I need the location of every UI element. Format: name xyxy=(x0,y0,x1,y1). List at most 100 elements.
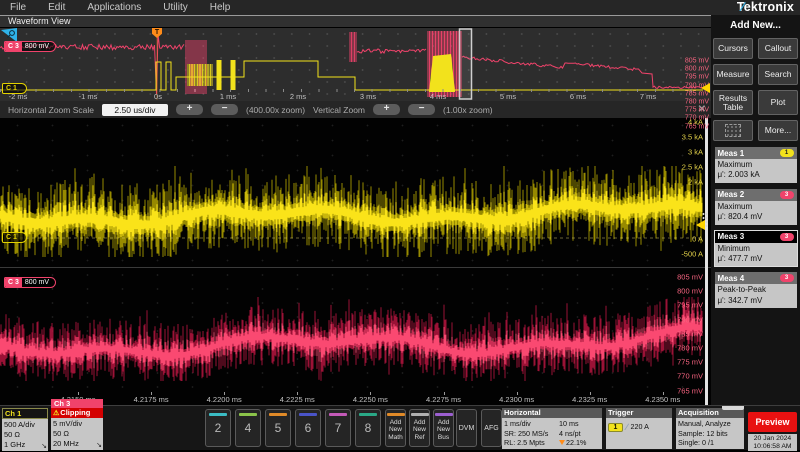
meas1-card[interactable]: Meas 11 Maximumμ': 2.003 kA xyxy=(715,147,797,183)
ch1-current-label: 2.5 kA xyxy=(682,163,703,172)
overview-time-tick: 2 ms xyxy=(290,92,306,101)
measure-button[interactable]: Measure xyxy=(713,64,753,85)
results-sidebar: Add New... Cursors Callout Measure Searc… xyxy=(711,15,800,405)
ch3-voltage-label: 785 mV xyxy=(677,329,703,338)
meas4-name: Meas 4 xyxy=(718,274,745,283)
add-new-bus-button[interactable]: Add New Bus xyxy=(433,409,454,447)
ch1-zoom-panel[interactable]: C 1 4 kA3.5 kA3 kA2.5 kA2 kA0 A-500 A xyxy=(0,118,711,267)
ch3-voltage-label: 775 mV xyxy=(677,358,703,367)
ch3-settings-card[interactable]: Ch 3 Clipping 5 mV/div 50 Ω 20 MHz xyxy=(51,399,103,450)
ch3-scale: 5 mV/div xyxy=(53,419,101,429)
channel-2-button[interactable]: 2 xyxy=(205,409,231,447)
ch3-card-title: Ch 3 xyxy=(51,399,103,408)
time-value: 10:06:58 AM xyxy=(748,443,797,451)
preview-badge: Preview xyxy=(748,412,797,432)
trigger-slope-icon xyxy=(626,421,628,433)
add-new-ref-button[interactable]: Add New Ref xyxy=(409,409,430,447)
time-tick-label: 4.2175 ms xyxy=(134,395,169,404)
overview-time-tick: 5 ms xyxy=(500,92,516,101)
time-tick-label: 4.2275 ms xyxy=(426,395,461,404)
meas2-name: Meas 2 xyxy=(718,190,745,199)
ch1-current-label: 4 kA xyxy=(688,118,703,127)
horizontal-window: 10 ms xyxy=(559,419,600,429)
results-table-button[interactable]: Results Table xyxy=(713,90,753,115)
v-zoom-minus-button[interactable]: − xyxy=(408,104,435,115)
ch1-scale: 500 A/div xyxy=(4,420,46,430)
date-value: 20 Jan 2024 xyxy=(748,435,797,443)
meas3-source-badge: 3 xyxy=(780,233,794,241)
horizontal-panel[interactable]: Horizontal 1 ms/div 10 ms SR: 250 MS/s 4… xyxy=(502,408,602,449)
more-button[interactable]: More... xyxy=(758,120,798,141)
time-tick-label: 4.2200 ms xyxy=(207,395,242,404)
ch1-trace xyxy=(0,118,711,267)
search-button[interactable]: Search xyxy=(758,64,798,85)
ch1-trigger-level-arrow[interactable] xyxy=(696,220,705,230)
overview-voltage-label: 800 mV xyxy=(685,66,709,73)
ch3-voltage-label: 805 mV xyxy=(677,273,703,282)
time-tick-label: 4.2300 ms xyxy=(499,395,534,404)
overview-ch3-badge[interactable]: C 3 800 mV xyxy=(4,41,56,52)
vertical-scrollbar[interactable] xyxy=(705,118,708,405)
ch1-settings-card[interactable]: Ch 1 500 A/div 50 Ω 1 GHz xyxy=(2,408,48,451)
meas2-card[interactable]: Meas 23 Maximumμ': 820.4 mV xyxy=(715,189,797,225)
meas4-card[interactable]: Meas 43 Peak-to-Peakμ': 342.7 mV xyxy=(715,272,797,308)
cursors-button[interactable]: Cursors xyxy=(713,38,753,59)
overview-level-arrow[interactable] xyxy=(701,83,710,93)
callout-button[interactable]: Callout xyxy=(758,38,798,59)
overview-time-tick: 1 ms xyxy=(220,92,236,101)
overview-voltage-label: 795 mV xyxy=(685,74,709,81)
menu-file[interactable]: File xyxy=(10,2,26,13)
datetime-display: 20 Jan 2024 10:06:58 AM xyxy=(748,434,797,451)
ch3-panel-badge[interactable]: C 3 800 mV xyxy=(4,277,56,288)
acquisition-panel[interactable]: Acquisition Manual, Analyze Sample: 12 b… xyxy=(676,408,744,449)
panel-handle[interactable] xyxy=(722,406,744,410)
meas3-card[interactable]: Meas 33 Minimumμ': 477.7 mV xyxy=(715,231,797,267)
settings-bar: Ch 1 500 A/div 50 Ω 1 GHz Ch 3 Clipping … xyxy=(0,405,800,450)
add-plot-button[interactable] xyxy=(713,120,753,141)
meas4-source-badge: 3 xyxy=(780,274,794,282)
menu-help[interactable]: Help xyxy=(210,2,231,13)
h-zoom-plus-button[interactable]: + xyxy=(176,104,203,115)
v-zoom-plus-button[interactable]: + xyxy=(373,104,400,115)
misc-buttons: DVM AFG xyxy=(456,409,502,447)
afg-button[interactable]: AFG xyxy=(481,409,502,447)
overview-time-tick: 7 ms xyxy=(640,92,656,101)
menu-utility[interactable]: Utility xyxy=(163,2,187,13)
meas3-value: μ': 477.7 mV xyxy=(718,254,794,264)
ch3-voltage-label: 765 mV xyxy=(677,386,703,395)
trigger-level: 220 A xyxy=(631,422,649,432)
ch6-color-strip xyxy=(299,413,317,416)
add-new-math-button[interactable]: Add New Math xyxy=(385,409,406,447)
meas1-name: Meas 1 xyxy=(718,149,745,158)
ch4-color-strip xyxy=(239,413,257,416)
channel-7-button[interactable]: 7 xyxy=(325,409,351,447)
ch3-clipping-warning: Clipping xyxy=(51,408,103,418)
channel-6-button[interactable]: 6 xyxy=(295,409,321,447)
trigger-position-percent: 22.1% xyxy=(559,438,600,448)
time-tick-label: 4.2350 ms xyxy=(645,395,680,404)
overview-time-tick: 0s xyxy=(154,92,162,101)
menu-edit[interactable]: Edit xyxy=(48,2,65,13)
horizontal-scale: 1 ms/div xyxy=(504,419,559,429)
ch1-panel-badge[interactable]: C 1 xyxy=(2,232,27,243)
channel-4-button[interactable]: 4 xyxy=(235,409,261,447)
zoom-scale-bar: Horizontal Zoom Scale 2.50 us/div + − (4… xyxy=(0,101,711,118)
overview-strip[interactable]: T C 3 800 mV C 1 -2 ms-1 ms0s1 ms2 ms3 m… xyxy=(0,28,711,101)
h-zoom-minus-button[interactable]: − xyxy=(211,104,238,115)
dvm-button[interactable]: DVM xyxy=(456,409,477,447)
menu-applications[interactable]: Applications xyxy=(87,2,141,13)
horizontal-zoom-scale-input[interactable]: 2.50 us/div xyxy=(102,104,168,116)
channel-5-button[interactable]: 5 xyxy=(265,409,291,447)
channel-8-button[interactable]: 8 xyxy=(355,409,381,447)
ch3-zoom-panel[interactable]: C 3 800 mV 805 mV800 mV795 mV790 mV785 m… xyxy=(0,267,711,392)
zoom-time-axis: 4.2150 ms4.2175 ms4.2200 ms4.2225 ms4.22… xyxy=(0,392,711,405)
trigger-panel[interactable]: Trigger 1 220 A xyxy=(606,408,672,449)
ch1-termination: 50 Ω xyxy=(4,430,46,440)
acquisition-mode: Manual, Analyze xyxy=(678,419,742,429)
ch5-color-strip xyxy=(269,413,287,416)
oscilloscope-app: File Edit Applications Utility Help Tekt… xyxy=(0,0,800,450)
overview-ruler xyxy=(0,89,705,92)
add-new-grid: Cursors Callout Measure Search Results T… xyxy=(711,38,800,141)
overview-ch1-badge[interactable]: C 1 xyxy=(2,83,27,94)
plot-button[interactable]: Plot xyxy=(758,90,798,115)
